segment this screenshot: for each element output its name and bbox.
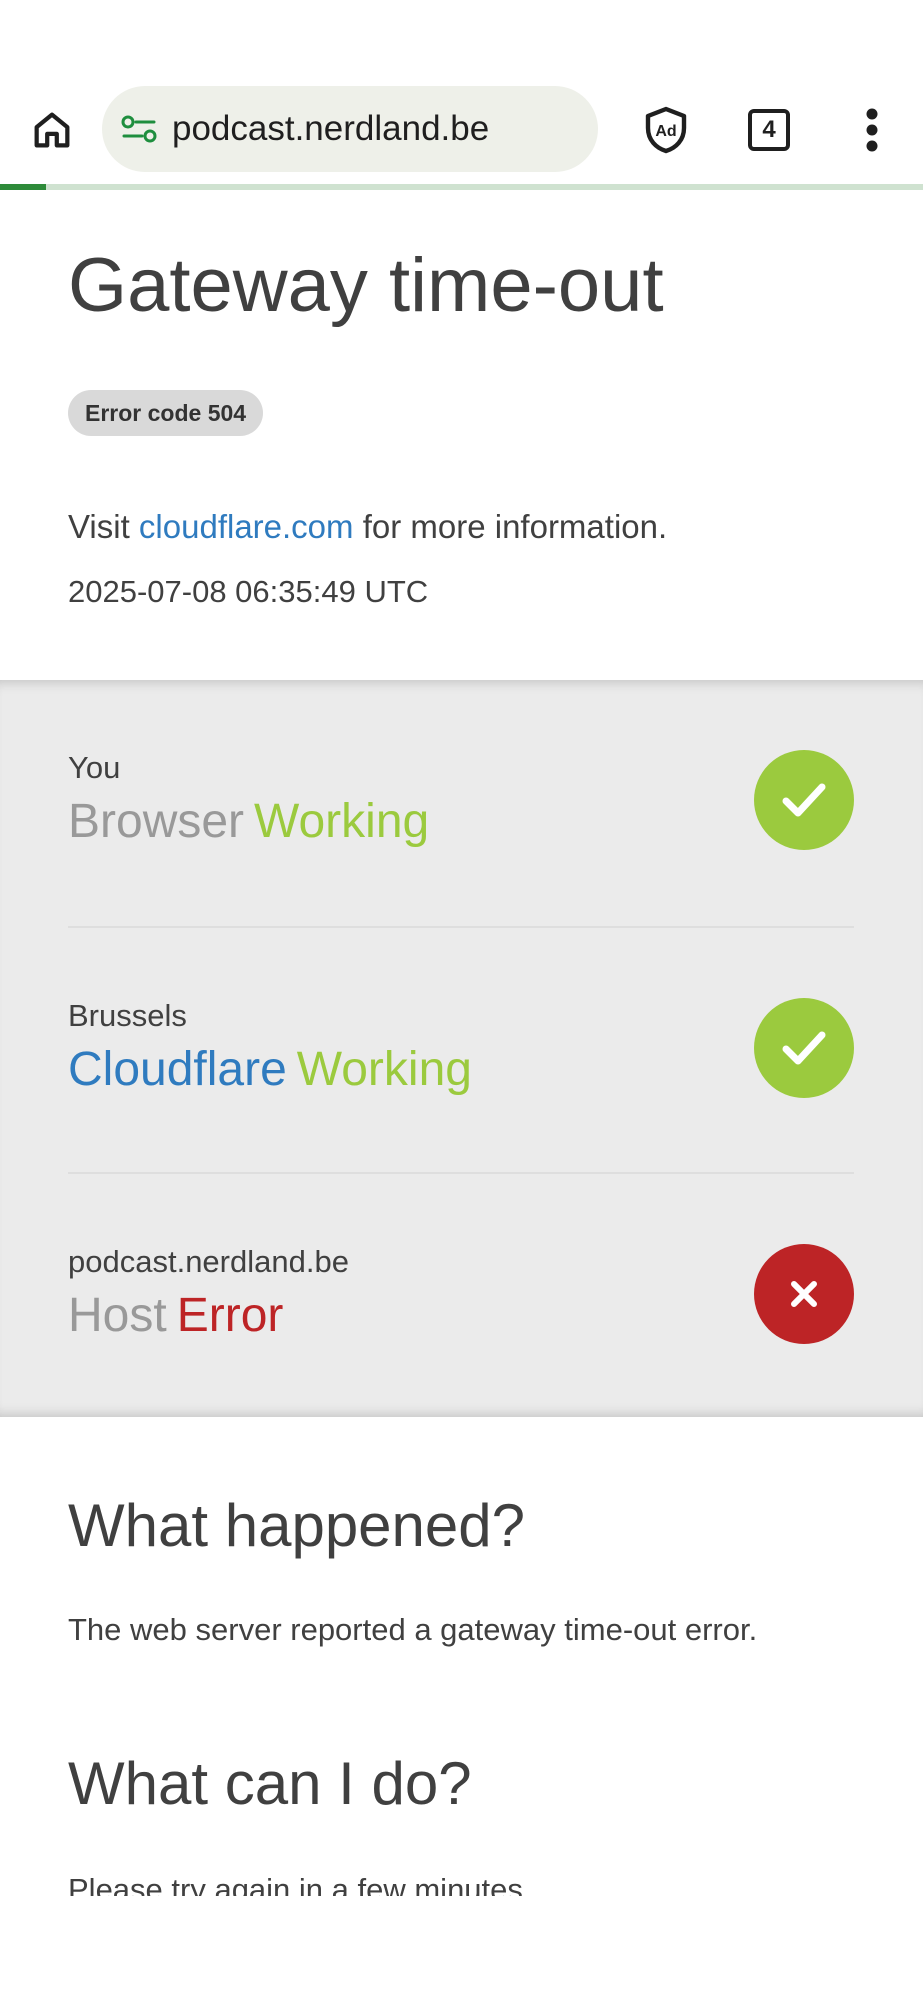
cloudflare-link[interactable]: cloudflare.com <box>139 508 354 545</box>
viewport-bottom <box>0 1896 923 2000</box>
status-text: Working <box>254 795 430 848</box>
status-node-name: Host <box>68 1289 167 1342</box>
status-line: Browser Working <box>68 792 429 852</box>
check-icon <box>782 1031 826 1065</box>
more-menu-button[interactable] <box>846 100 898 160</box>
home-button[interactable] <box>22 100 82 160</box>
more-menu-icon <box>866 108 878 152</box>
status-row-browser: You Browser Working <box>68 680 854 925</box>
status-row-host: podcast.nerdland.be Host Error <box>68 1172 854 1419</box>
status-row-cloudflare: Brussels Cloudflare Working <box>68 926 854 1173</box>
visit-info: Visit cloudflare.com for more informatio… <box>68 504 667 550</box>
address-bar[interactable]: podcast.nerdland.be <box>102 86 598 172</box>
status-node-name: Browser <box>68 795 245 848</box>
status-line: Host Error <box>68 1286 283 1346</box>
site-settings-icon[interactable] <box>120 113 160 145</box>
tabs-icon: 4 <box>748 109 790 151</box>
what-happened-text: The web server reported a gateway time-o… <box>68 1612 758 1647</box>
status-location: podcast.nerdland.be <box>68 1244 349 1279</box>
status-ok-badge <box>754 750 854 850</box>
status-text: Working <box>296 1043 472 1096</box>
what-happened-heading: What happened? <box>68 1492 526 1559</box>
status-location: You <box>68 750 121 785</box>
page-title: Gateway time-out <box>68 243 664 328</box>
tab-switcher-button[interactable]: 4 <box>741 100 797 160</box>
cross-icon <box>791 1281 817 1307</box>
error-timestamp: 2025-07-08 06:35:49 UTC <box>68 574 429 609</box>
status-text: Error <box>176 1289 284 1342</box>
status-location: Brussels <box>68 998 187 1033</box>
status-panel: You Browser Working Brussels Cloudflare Wo… <box>0 680 923 1417</box>
what-can-i-do-heading: What can I do? <box>68 1750 472 1817</box>
adblock-shield-icon: Ad <box>645 106 687 154</box>
page-load-progress-fill <box>0 184 47 190</box>
browser-toolbar: podcast.nerdland.be Ad 4 <box>0 0 923 190</box>
error-code-badge: Error code 504 <box>68 390 264 436</box>
visit-suffix: for more information. <box>362 508 668 545</box>
status-node-name: Cloudflare <box>68 1043 287 1096</box>
status-error-badge <box>754 1244 854 1344</box>
check-icon <box>782 783 826 817</box>
status-line: Cloudflare Working <box>68 1040 472 1100</box>
visit-prefix: Visit <box>68 508 130 545</box>
status-ok-badge <box>754 998 854 1098</box>
url-text[interactable]: podcast.nerdland.be <box>172 108 489 150</box>
home-icon <box>34 112 70 148</box>
adblock-button[interactable]: Ad <box>638 100 694 160</box>
page-load-progress <box>0 184 923 190</box>
svg-text:Ad: Ad <box>655 123 676 140</box>
